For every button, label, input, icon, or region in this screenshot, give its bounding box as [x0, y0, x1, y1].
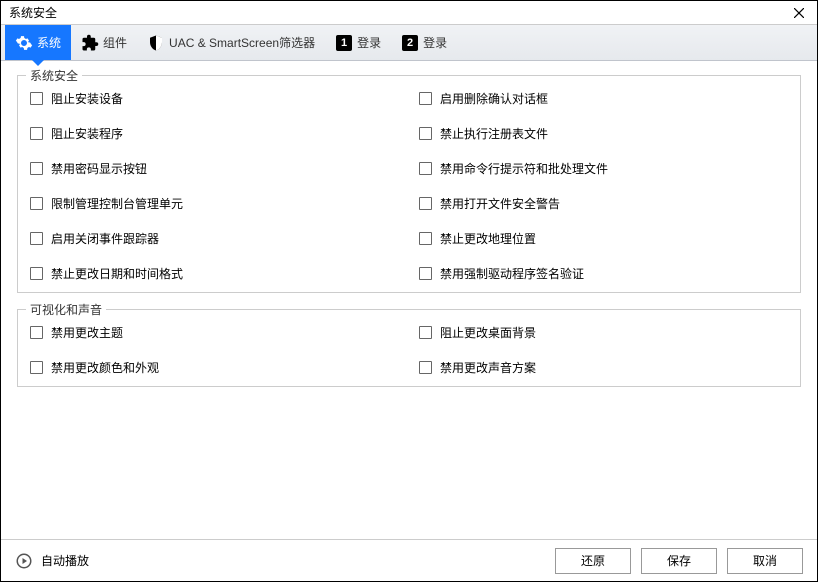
- option-disable-registry-exec[interactable]: 禁止执行注册表文件: [419, 125, 788, 142]
- group-system-security: 系统安全 阻止安装设备 启用删除确认对话框 阻止安装程序 禁止执行注册表文件 禁…: [17, 75, 801, 293]
- option-disable-change-sound[interactable]: 禁用更改声音方案: [419, 359, 788, 376]
- option-label: 阻止安装设备: [51, 90, 123, 107]
- tab-label: UAC & SmartScreen筛选器: [169, 34, 315, 51]
- checkbox[interactable]: [30, 162, 43, 175]
- group-visual-sound: 可视化和声音 禁用更改主题 阻止更改桌面背景 禁用更改颜色和外观 禁用更改声音方…: [17, 309, 801, 387]
- checkbox[interactable]: [419, 232, 432, 245]
- autoplay-button[interactable]: 自动播放: [15, 552, 89, 570]
- tab-components[interactable]: 组件: [71, 25, 137, 60]
- close-button[interactable]: [789, 3, 809, 23]
- checkbox[interactable]: [30, 267, 43, 280]
- checkbox[interactable]: [419, 92, 432, 105]
- option-label: 禁止执行注册表文件: [440, 125, 548, 142]
- tabbar: 系统 组件 UAC & SmartScreen筛选器 1 登录 2 登录: [1, 25, 817, 61]
- tab-login-1[interactable]: 1 登录: [325, 25, 391, 60]
- checkbox[interactable]: [30, 92, 43, 105]
- tab-uac-smartscreen[interactable]: UAC & SmartScreen筛选器: [137, 25, 325, 60]
- option-disable-change-color[interactable]: 禁用更改颜色和外观: [30, 359, 399, 376]
- option-label: 禁用打开文件安全警告: [440, 195, 560, 212]
- group-title: 系统安全: [26, 67, 82, 84]
- options-grid: 阻止安装设备 启用删除确认对话框 阻止安装程序 禁止执行注册表文件 禁用密码显示…: [30, 90, 788, 282]
- puzzle-icon: [81, 34, 99, 52]
- gear-icon: [15, 34, 33, 52]
- footer: 自动播放 还原 保存 取消: [1, 539, 817, 581]
- checkbox[interactable]: [419, 361, 432, 374]
- option-label: 禁用更改主题: [51, 324, 123, 341]
- content-area: 系统安全 阻止安装设备 启用删除确认对话框 阻止安装程序 禁止执行注册表文件 禁…: [1, 61, 817, 539]
- option-disable-cmd-batch[interactable]: 禁用命令行提示符和批处理文件: [419, 160, 788, 177]
- group-title: 可视化和声音: [26, 301, 106, 318]
- option-label: 禁用更改声音方案: [440, 359, 536, 376]
- option-enable-shutdown-tracker[interactable]: 启用关闭事件跟踪器: [30, 230, 399, 247]
- option-restrict-mmc[interactable]: 限制管理控制台管理单元: [30, 195, 399, 212]
- option-block-install-device[interactable]: 阻止安装设备: [30, 90, 399, 107]
- option-enable-delete-confirm[interactable]: 启用删除确认对话框: [419, 90, 788, 107]
- titlebar: 系统安全: [1, 1, 817, 25]
- checkbox[interactable]: [419, 326, 432, 339]
- shield-icon: [147, 34, 165, 52]
- option-disable-password-reveal[interactable]: 禁用密码显示按钮: [30, 160, 399, 177]
- option-block-install-program[interactable]: 阻止安装程序: [30, 125, 399, 142]
- tab-label: 组件: [103, 34, 127, 51]
- option-label: 启用关闭事件跟踪器: [51, 230, 159, 247]
- checkbox[interactable]: [419, 197, 432, 210]
- option-label: 禁用密码显示按钮: [51, 160, 147, 177]
- option-label: 启用删除确认对话框: [440, 90, 548, 107]
- option-block-change-wallpaper[interactable]: 阻止更改桌面背景: [419, 324, 788, 341]
- option-disable-open-file-warning[interactable]: 禁用打开文件安全警告: [419, 195, 788, 212]
- checkbox[interactable]: [30, 127, 43, 140]
- checkbox[interactable]: [30, 361, 43, 374]
- number-2-icon: 2: [401, 34, 419, 52]
- options-grid: 禁用更改主题 阻止更改桌面背景 禁用更改颜色和外观 禁用更改声音方案: [30, 324, 788, 376]
- checkbox[interactable]: [30, 326, 43, 339]
- checkbox[interactable]: [419, 162, 432, 175]
- option-label: 禁用更改颜色和外观: [51, 359, 159, 376]
- option-label: 禁用命令行提示符和批处理文件: [440, 160, 608, 177]
- option-label: 阻止安装程序: [51, 125, 123, 142]
- checkbox[interactable]: [30, 232, 43, 245]
- option-label: 禁用强制驱动程序签名验证: [440, 265, 584, 282]
- checkbox[interactable]: [30, 197, 43, 210]
- tab-system[interactable]: 系统: [5, 25, 71, 60]
- tab-login-2[interactable]: 2 登录: [391, 25, 457, 60]
- option-disable-driver-signing[interactable]: 禁用强制驱动程序签名验证: [419, 265, 788, 282]
- number-1-icon: 1: [335, 34, 353, 52]
- tab-label: 系统: [37, 34, 61, 51]
- tab-label: 登录: [357, 34, 381, 51]
- option-label: 禁止更改日期和时间格式: [51, 265, 183, 282]
- save-button[interactable]: 保存: [641, 548, 717, 574]
- tab-label: 登录: [423, 34, 447, 51]
- option-disable-change-geolocation[interactable]: 禁止更改地理位置: [419, 230, 788, 247]
- autoplay-label: 自动播放: [41, 552, 89, 569]
- option-label: 限制管理控制台管理单元: [51, 195, 183, 212]
- option-disable-change-datetime[interactable]: 禁止更改日期和时间格式: [30, 265, 399, 282]
- cancel-button[interactable]: 取消: [727, 548, 803, 574]
- play-icon: [15, 552, 33, 570]
- checkbox[interactable]: [419, 127, 432, 140]
- checkbox[interactable]: [419, 267, 432, 280]
- option-disable-change-theme[interactable]: 禁用更改主题: [30, 324, 399, 341]
- restore-button[interactable]: 还原: [555, 548, 631, 574]
- option-label: 阻止更改桌面背景: [440, 324, 536, 341]
- close-icon: [794, 8, 804, 18]
- window-title: 系统安全: [9, 4, 57, 21]
- option-label: 禁止更改地理位置: [440, 230, 536, 247]
